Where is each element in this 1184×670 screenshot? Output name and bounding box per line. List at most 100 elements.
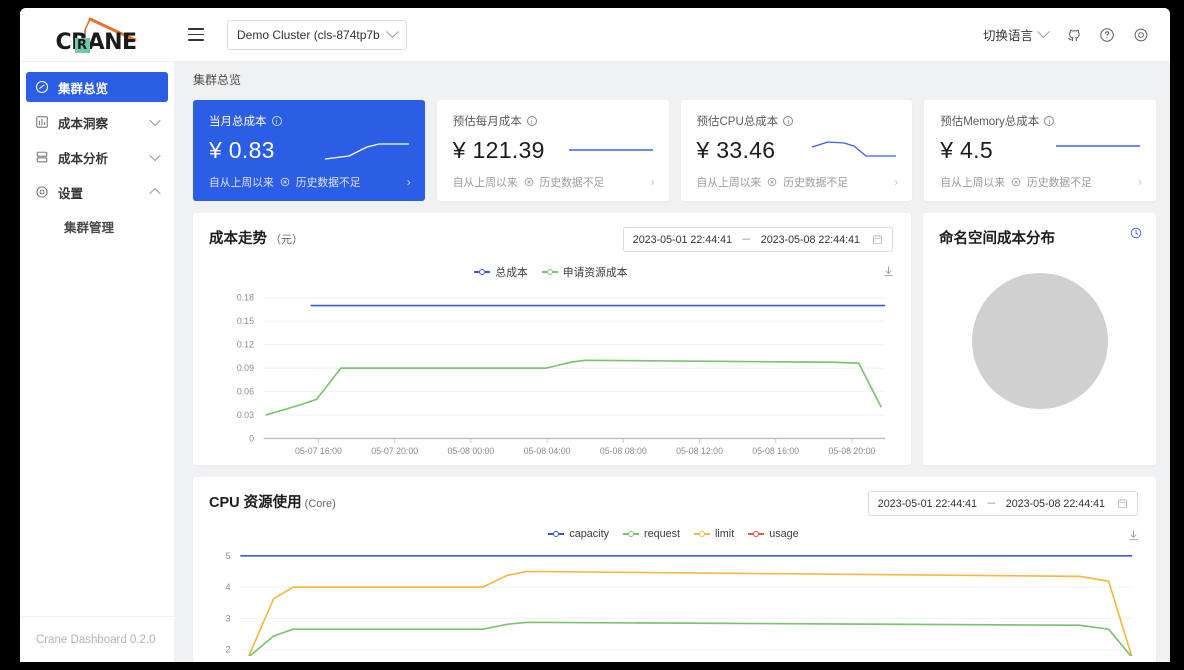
kpi-card-row: 当月总成本 i ¥ 0.83 自从上周以来 历史数据不足 › 预估每月成本 i … bbox=[193, 100, 1156, 201]
kpi-card-foot-right: 历史数据不足 bbox=[1027, 177, 1092, 189]
help-icon[interactable] bbox=[1092, 20, 1122, 50]
chevron-right-icon[interactable]: › bbox=[407, 175, 411, 189]
chart-legend: capacity request limit usage bbox=[209, 528, 1138, 540]
series-line-limit bbox=[247, 570, 1133, 658]
menu-toggle-button[interactable] bbox=[179, 18, 213, 52]
language-switcher[interactable]: 切换语言 bbox=[977, 25, 1054, 44]
svg-text:0: 0 bbox=[249, 433, 254, 443]
chart-y-tick-labels: 5 4 3 2 bbox=[226, 551, 231, 655]
kpi-card-foot-left: 自从上周以来 bbox=[940, 177, 1006, 189]
kpi-card-foot-left: 自从上周以来 bbox=[696, 177, 762, 189]
sidebar-item-cost-analysis[interactable]: 成本分析 bbox=[26, 142, 168, 172]
kpi-card-footer: 自从上周以来 历史数据不足 › bbox=[209, 174, 411, 190]
kpi-card-title-text: 预估每月成本 bbox=[452, 116, 522, 128]
panel-title-unit: (Core) bbox=[304, 498, 336, 510]
kpi-card-title-text: 预估Memory总成本 bbox=[940, 116, 1040, 128]
info-icon[interactable]: i bbox=[783, 116, 794, 126]
svg-text:05-08 08:00: 05-08 08:00 bbox=[600, 446, 647, 456]
legend-item-requested-resource-cost[interactable]: 申请资源成本 bbox=[541, 264, 628, 280]
kpi-card-title: 预估CPU总成本 i bbox=[697, 113, 899, 129]
legend-label: 申请资源成本 bbox=[562, 267, 628, 279]
kpi-card-footer: 自从上周以来 历史数据不足 › bbox=[453, 174, 655, 190]
kpi-card-foot-left: 自从上周以来 bbox=[209, 177, 274, 189]
sparkline-chart bbox=[324, 143, 409, 160]
namespace-pie-chart-placeholder bbox=[971, 273, 1108, 409]
download-icon[interactable] bbox=[1127, 529, 1140, 542]
charts-row: 成本走势 （元） 2023-05-01 22:44:41 － 2023-05-0… bbox=[193, 213, 1156, 465]
series-line-request bbox=[247, 621, 1133, 659]
legend-item-total-cost[interactable]: 总成本 bbox=[474, 264, 528, 280]
kpi-card-value: ¥ 0.83 bbox=[209, 136, 275, 163]
menu-line bbox=[188, 39, 204, 41]
cluster-selector[interactable]: Demo Cluster (cls-874tp7b bbox=[227, 19, 407, 50]
no-data-icon bbox=[1011, 177, 1021, 187]
legend-label: request bbox=[643, 528, 680, 540]
kpi-card-title-text: 预估CPU总成本 bbox=[696, 116, 779, 128]
chevron-right-icon[interactable]: › bbox=[651, 175, 655, 189]
date-range-start[interactable]: 2023-05-01 22:44:41 bbox=[878, 498, 977, 510]
gear-icon bbox=[35, 185, 49, 199]
kpi-card-value: ¥ 121.39 bbox=[452, 136, 545, 163]
chevron-down-icon bbox=[385, 25, 399, 39]
legend-item-limit[interactable]: limit bbox=[694, 528, 734, 540]
calendar-icon[interactable] bbox=[1117, 498, 1128, 509]
legend-marker bbox=[748, 531, 765, 537]
chart-legend: 总成本 申请资源成本 bbox=[209, 264, 893, 280]
download-icon[interactable] bbox=[882, 265, 895, 278]
svg-text:5: 5 bbox=[226, 551, 231, 561]
bar-chart-icon bbox=[35, 115, 49, 129]
info-icon[interactable]: i bbox=[271, 116, 282, 126]
legend-marker bbox=[541, 269, 558, 275]
kpi-card-body: ¥ 4.5 bbox=[940, 137, 1142, 164]
date-range-picker[interactable]: 2023-05-01 22:44:41 － 2023-05-08 22:44:4… bbox=[622, 227, 893, 252]
info-icon[interactable]: i bbox=[1044, 116, 1055, 126]
date-range-picker[interactable]: 2023-05-01 22:44:41 － 2023-05-08 22:44:4… bbox=[867, 491, 1138, 516]
clock-icon[interactable] bbox=[1130, 227, 1142, 239]
svg-text:05-08 12:00: 05-08 12:00 bbox=[676, 446, 723, 456]
legend-item-capacity[interactable]: capacity bbox=[548, 528, 609, 540]
chart-y-tick-labels: 0.18 0.15 0.12 0.09 0.06 0.03 0 bbox=[237, 293, 254, 444]
panel-header: CPU 资源使用 (Core) 2023-05-01 22:44:41 － 20… bbox=[209, 491, 1138, 516]
legend-item-usage[interactable]: usage bbox=[748, 528, 799, 540]
kpi-card-body: ¥ 0.83 bbox=[209, 137, 411, 164]
kpi-card-estimated-memory-cost[interactable]: 预估Memory总成本 i ¥ 4.5 自从上周以来 历史数据不足 › bbox=[924, 100, 1156, 201]
date-range-end[interactable]: 2023-05-08 22:44:41 bbox=[761, 234, 860, 246]
legend-label: capacity bbox=[569, 528, 609, 540]
kpi-card-estimated-cpu-cost[interactable]: 预估CPU总成本 i ¥ 33.46 自从上周以来 历史数据不足 › bbox=[680, 100, 913, 201]
cpu-usage-chart: 5 4 3 2 bbox=[226, 551, 1133, 659]
svg-text:0.15: 0.15 bbox=[237, 316, 254, 326]
settings-icon[interactable] bbox=[1126, 20, 1156, 50]
svg-text:2: 2 bbox=[226, 645, 231, 655]
github-icon[interactable] bbox=[1058, 20, 1088, 50]
chevron-right-icon[interactable]: › bbox=[1138, 175, 1142, 189]
kpi-card-estimated-monthly-cost[interactable]: 预估每月成本 i ¥ 121.39 自从上周以来 历史数据不足 › bbox=[436, 100, 669, 201]
panel-title-text: CPU 资源使用 bbox=[209, 495, 302, 511]
date-range-start[interactable]: 2023-05-01 22:44:41 bbox=[633, 234, 732, 246]
legend-item-request[interactable]: request bbox=[622, 528, 680, 540]
app-window: CRANE R Demo Cluster (cls-874tp7b 切换语言 集… bbox=[20, 8, 1170, 662]
logo-accent-letter: R bbox=[74, 37, 90, 53]
sidebar-subitem-cluster-management[interactable]: 集群管理 bbox=[20, 212, 174, 240]
svg-text:0.12: 0.12 bbox=[237, 340, 254, 350]
chevron-down-icon bbox=[1037, 25, 1050, 39]
kpi-card-current-month-cost[interactable]: 当月总成本 i ¥ 0.83 自从上周以来 历史数据不足 › bbox=[193, 100, 425, 201]
svg-text:3: 3 bbox=[226, 613, 231, 623]
cost-trend-panel: 成本走势 （元） 2023-05-01 22:44:41 － 2023-05-0… bbox=[193, 213, 911, 465]
chart-gridlines bbox=[263, 297, 886, 416]
app-logo[interactable]: CRANE R bbox=[20, 15, 175, 55]
sidebar-subitem-label: 集群管理 bbox=[64, 220, 115, 235]
date-range-end[interactable]: 2023-05-08 22:44:41 bbox=[1006, 498, 1105, 510]
sidebar-nav: 集群总览 成本洞察 成本分析 设置 集群管理 bbox=[20, 62, 174, 616]
chart-x-tick-labels: 05-07 16:00 05-07 20:00 05-08 00:00 05-0… bbox=[295, 446, 875, 456]
sparkline-chart bbox=[1056, 145, 1140, 147]
info-icon[interactable]: i bbox=[526, 116, 537, 126]
calendar-icon[interactable] bbox=[872, 234, 883, 245]
chevron-up-icon bbox=[149, 187, 161, 200]
sidebar-item-cluster-overview[interactable]: 集群总览 bbox=[26, 72, 168, 102]
sidebar-item-settings[interactable]: 设置 bbox=[26, 177, 168, 207]
chevron-right-icon[interactable]: › bbox=[894, 175, 898, 189]
sidebar-item-cost-insight[interactable]: 成本洞察 bbox=[26, 107, 168, 137]
menu-line bbox=[188, 33, 204, 36]
app-version-footer: Crane Dashboard 0.2.0 bbox=[20, 616, 174, 662]
kpi-card-footer: 自从上周以来 历史数据不足 › bbox=[697, 174, 899, 190]
